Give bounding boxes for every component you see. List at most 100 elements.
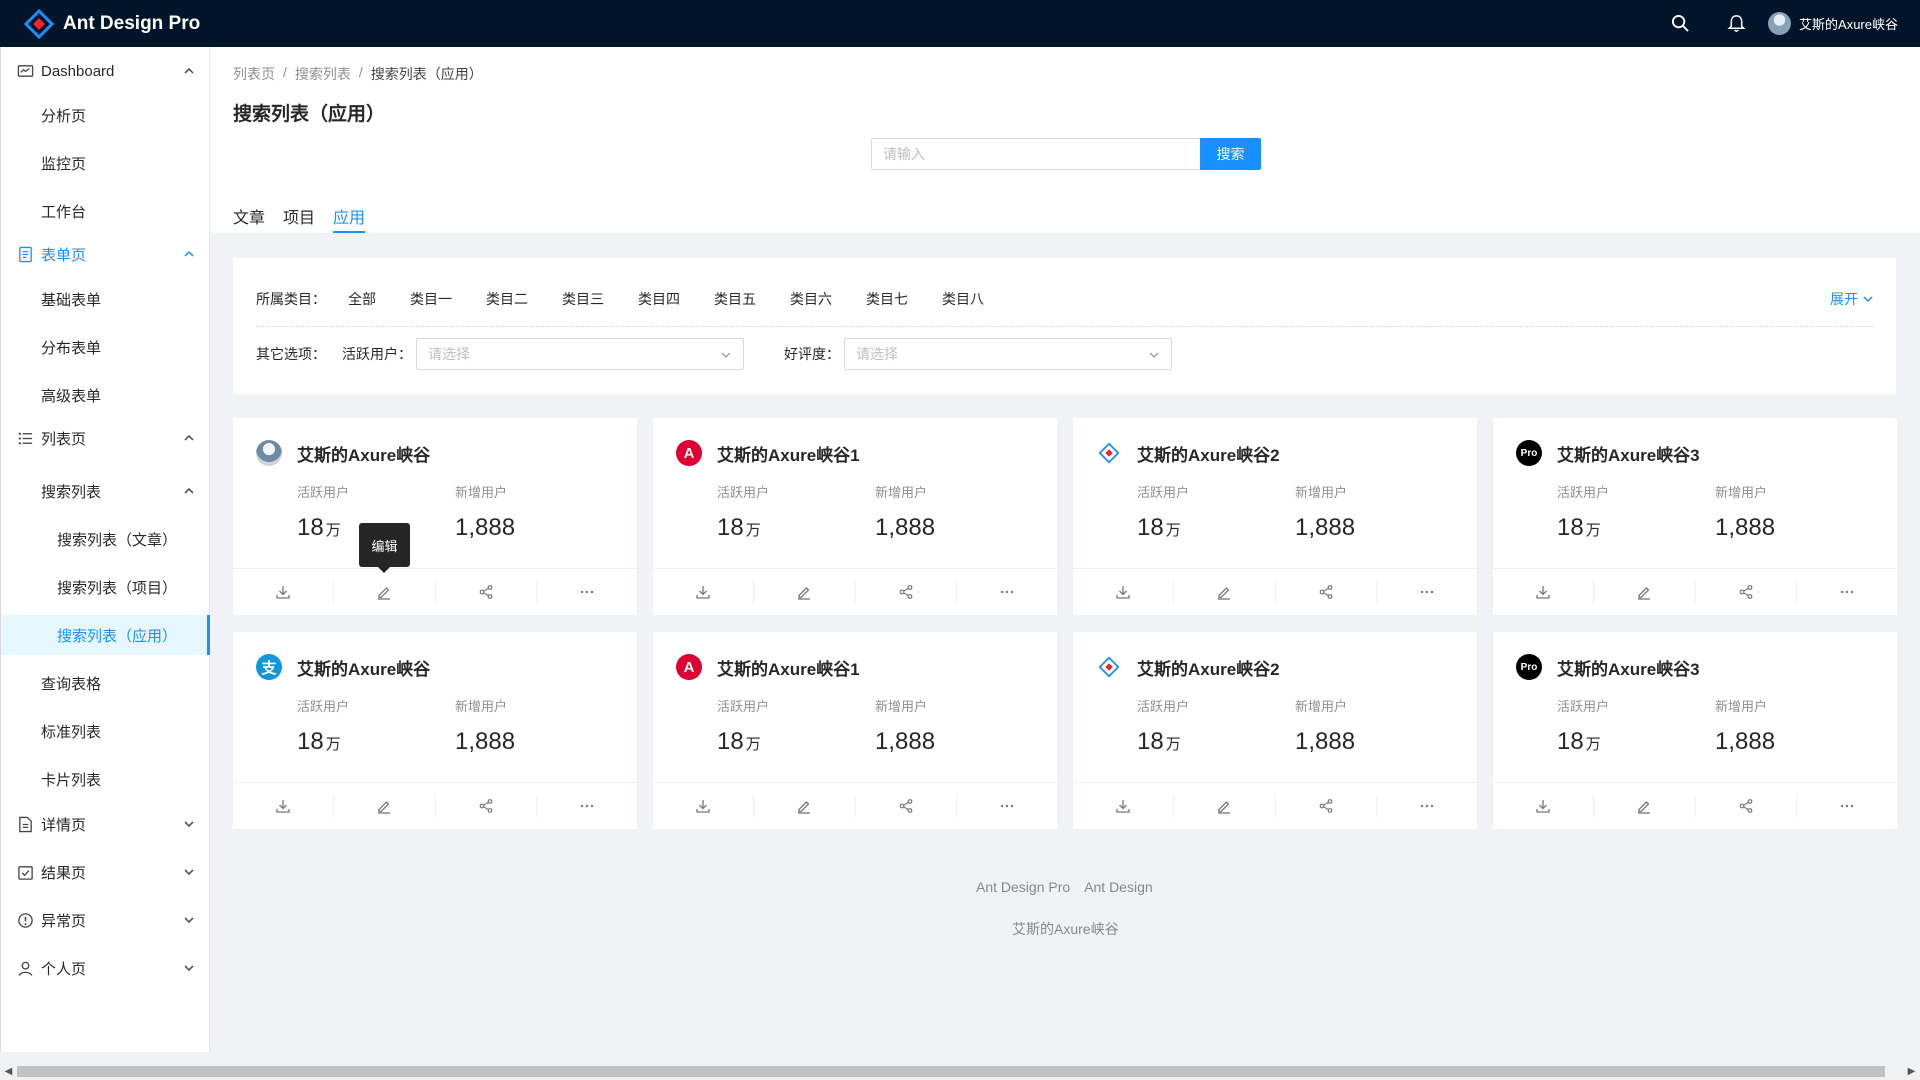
scrollbar-thumb[interactable] [17,1066,1885,1077]
bell-icon[interactable] [1708,0,1764,47]
scroll-left-icon[interactable]: ◀ [0,1063,17,1080]
download-icon[interactable] [233,795,335,817]
download-icon[interactable] [233,581,335,603]
sidebar-item-form[interactable]: 表单页 [1,234,210,274]
edit-icon[interactable] [334,795,436,817]
sidebar-item-list[interactable]: 列表页 [1,418,210,458]
download-icon[interactable] [653,581,755,603]
share-icon[interactable] [1696,795,1797,817]
sidebar-item-table-list[interactable]: 查询表格 [1,663,210,703]
scroll-right-icon[interactable]: ▶ [1903,1063,1920,1080]
edit-icon[interactable] [754,581,856,603]
category-tag[interactable]: 全部 [348,289,376,309]
app-card[interactable]: 艾斯的Axure峡谷2 活跃用户 18 万 新增用户 1,888 [1073,418,1477,615]
download-icon[interactable] [1073,795,1175,817]
horizontal-scrollbar[interactable]: ◀ ▶ [0,1063,1920,1080]
ellipsis-icon[interactable] [1797,581,1897,603]
tab-applications[interactable]: 应用 [333,204,366,233]
sidebar-item-search-list[interactable]: 搜索列表 [1,471,210,511]
download-icon[interactable] [1493,795,1595,817]
edit-icon[interactable] [1174,795,1276,817]
stat-label: 新增用户 [1715,699,1768,714]
edit-icon[interactable] [1594,581,1696,603]
sidebar-item-search-articles[interactable]: 搜索列表（文章） [1,519,210,559]
share-icon[interactable] [856,795,957,817]
active-users-select[interactable]: 请选择 [416,338,744,370]
other-options-label: 其它选项： [256,346,326,362]
sidebar-item-step-form[interactable]: 分布表单 [1,327,210,367]
edit-icon[interactable] [754,795,856,817]
edit-icon[interactable] [1594,795,1696,817]
category-tag[interactable]: 类目五 [714,289,756,309]
ellipsis-icon[interactable] [537,795,637,817]
sidebar-item-search-applications[interactable]: 搜索列表（应用） [1,615,210,655]
share-icon[interactable] [436,795,537,817]
footer-link[interactable]: Ant Design Pro [976,879,1070,895]
card-title: 艾斯的Axure峡谷 [297,445,431,465]
app-card[interactable]: 艾斯的Axure峡谷2 活跃用户 18 万 新增用户 1,888 [1073,632,1477,829]
sidebar-item-analysis[interactable]: 分析页 [1,95,210,135]
search-button[interactable]: 搜索 [1200,138,1261,170]
sidebar-item-workplace[interactable]: 工作台 [1,191,210,231]
search-input[interactable] [871,138,1200,170]
breadcrumb-separator: / [283,64,287,80]
search-icon[interactable] [1652,0,1708,47]
app-logo[interactable]: Ant Design Pro [24,8,200,39]
sidebar-item-profile[interactable]: 详情页 [1,804,210,844]
sidebar-item-exception[interactable]: 异常页 [1,900,210,940]
footer-links: Ant Design Pro Ant Design [976,879,1167,895]
stat-value: 1,888 [875,728,936,755]
sidebar-item-label: 异常页 [41,912,87,930]
breadcrumb-item[interactable]: 搜索列表 [295,64,351,84]
ellipsis-icon[interactable] [1377,795,1477,817]
sidebar-item-card-list[interactable]: 卡片列表 [1,759,210,799]
sidebar-item-dashboard[interactable]: Dashboard [1,51,210,91]
share-icon[interactable] [436,581,537,603]
tab-articles[interactable]: 文章 [233,204,265,233]
breadcrumb-separator: / [358,64,363,80]
category-tag[interactable]: 类目八 [942,289,984,309]
share-icon[interactable] [1276,581,1377,603]
app-card[interactable]: 艾斯的Axure峡谷 活跃用户 18 万 新增用户 1,888 [233,418,637,615]
new-users-stat: 新增用户 1,888 [1295,696,1355,756]
app-card[interactable]: 支艾斯的Axure峡谷 活跃用户 18 万 新增用户 1,888 [233,632,637,829]
app-card[interactable]: A 艾斯的Axure峡谷1 活跃用户 18 万 新增用户 1,888 [653,418,1057,615]
category-tag[interactable]: 类目三 [562,289,604,309]
rating-select[interactable]: 请选择 [844,338,1172,370]
category-tag[interactable]: 类目六 [790,289,832,309]
category-tag[interactable]: 类目一 [410,289,452,309]
ellipsis-icon[interactable] [1797,795,1897,817]
ellipsis-icon[interactable] [957,581,1057,603]
ellipsis-icon[interactable] [537,581,637,603]
edit-icon[interactable] [1174,581,1276,603]
app-card[interactable]: Pro 艾斯的Axure峡谷3 活跃用户 18 万 新增用户 1,888 [1493,632,1897,829]
share-icon[interactable] [856,581,957,603]
download-icon[interactable] [1493,581,1595,603]
category-tag[interactable]: 类目二 [486,289,528,309]
sidebar-item-basic-list[interactable]: 标准列表 [1,711,210,751]
category-tag[interactable]: 类目七 [866,289,908,309]
category-tag[interactable]: 类目四 [638,289,680,309]
footer-link[interactable]: Ant Design [1084,879,1152,895]
download-icon[interactable] [1073,581,1175,603]
ellipsis-icon[interactable] [957,795,1057,817]
app-card[interactable]: A 艾斯的Axure峡谷1 活跃用户 18 万 新增用户 1,888 [653,632,1057,829]
sidebar-item-monitor[interactable]: 监控页 [1,143,210,183]
new-users-stat: 新增用户 1,888 [875,482,935,542]
user-menu[interactable]: 艾斯的Axure峡谷 [1764,12,1920,35]
expand-toggle[interactable]: 展开 [1830,289,1874,309]
download-icon[interactable] [653,795,755,817]
sidebar-item-label: 基础表单 [41,291,102,309]
ellipsis-icon[interactable] [1377,581,1477,603]
share-icon[interactable] [1276,795,1377,817]
app-card[interactable]: Pro 艾斯的Axure峡谷3 活跃用户 18 万 新增用户 1,888 [1493,418,1897,615]
breadcrumb-item[interactable]: 列表页 [233,64,275,84]
sidebar-item-search-projects[interactable]: 搜索列表（项目） [1,567,210,607]
share-icon[interactable] [1696,581,1797,603]
edit-icon[interactable] [334,581,436,603]
sidebar-item-result[interactable]: 结果页 [1,852,210,892]
tab-projects[interactable]: 项目 [283,204,315,233]
sidebar-item-basic-form[interactable]: 基础表单 [1,279,210,319]
sidebar-item-advanced-form[interactable]: 高级表单 [1,375,210,415]
sidebar-item-account[interactable]: 个人页 [1,948,210,988]
